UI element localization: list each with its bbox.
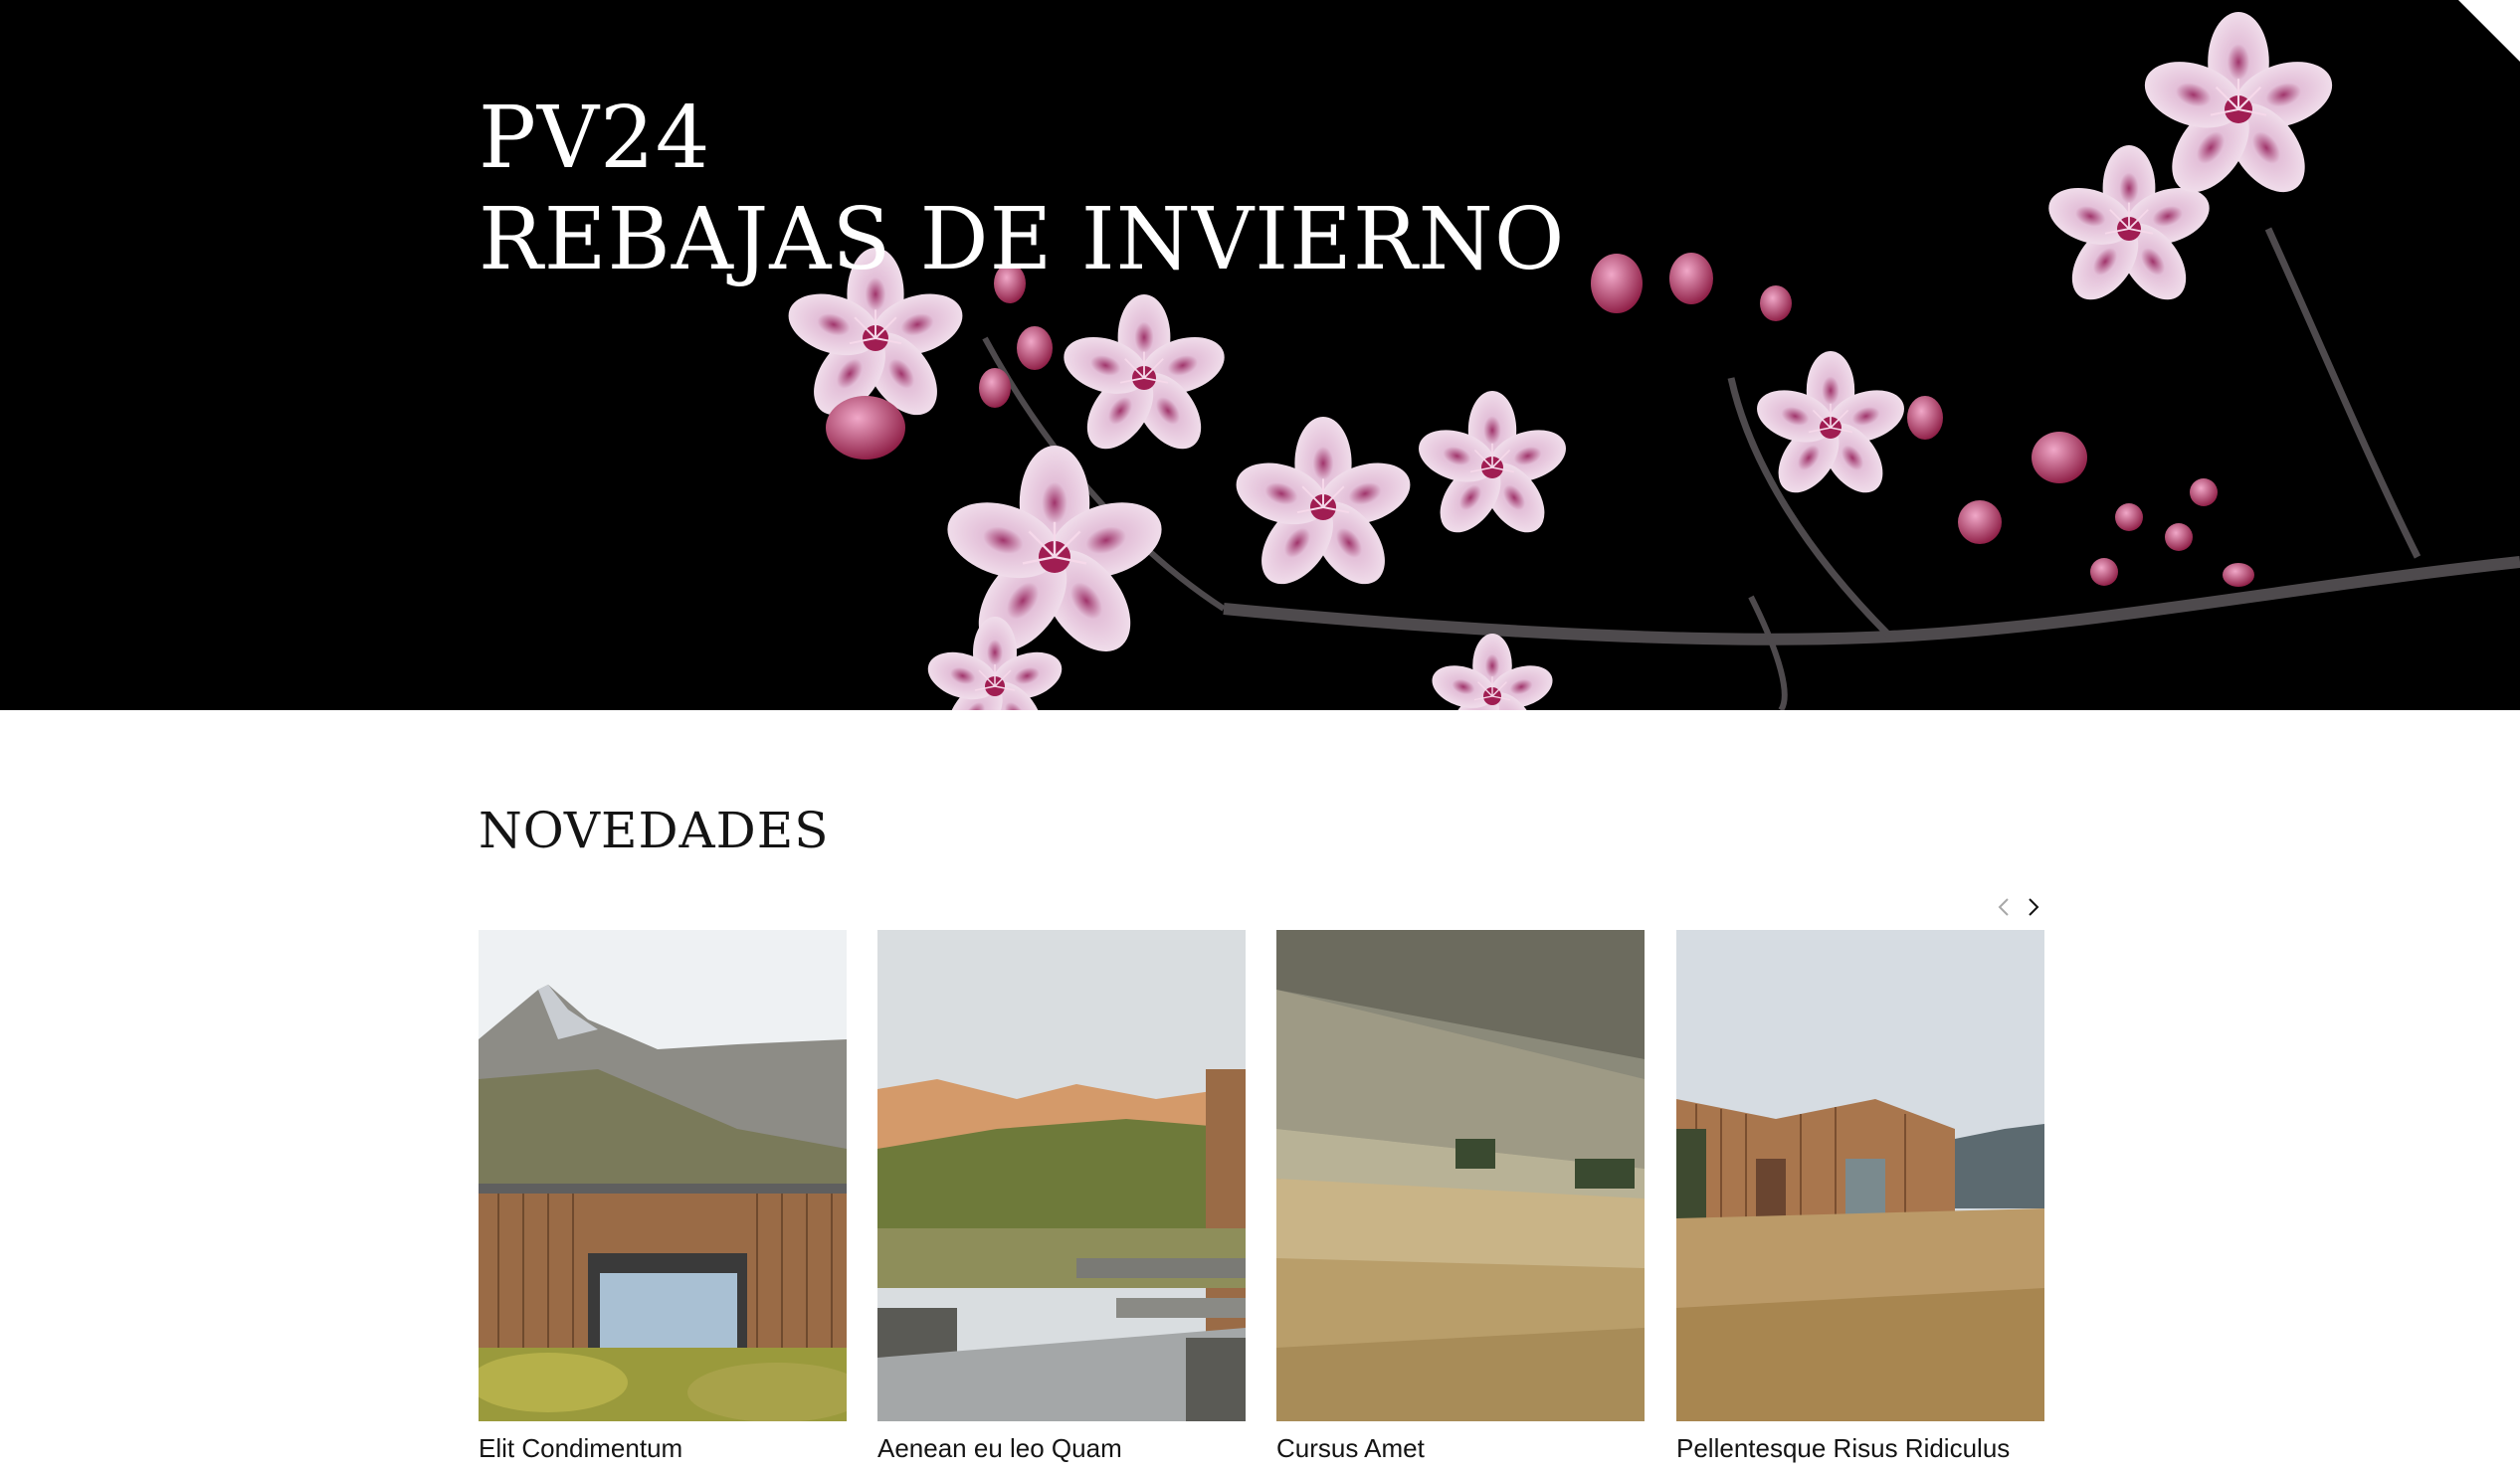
product-title[interactable]: Elit Condimentum: [479, 1432, 876, 1464]
carousel-next-button[interactable]: [2020, 890, 2047, 924]
hero-banner: PV24 REBAJAS DE INVIERNO: [0, 0, 2520, 710]
product-image-grassy-hillside[interactable]: [1276, 930, 1645, 1421]
product-card[interactable]: Cursus Amet: [1276, 930, 1645, 1467]
product-title[interactable]: Cursus Amet: [1276, 1432, 1674, 1464]
carousel-nav: [1990, 890, 2049, 924]
product-card[interactable]: Aenean eu leo Quam: [877, 930, 1246, 1467]
wooden-cabin-image: [1676, 930, 2044, 1421]
hero-title-line1: PV24: [479, 89, 711, 188]
product-title[interactable]: Aenean eu leo Quam: [877, 1432, 1275, 1464]
product-carousel: Elit Condimentum Aenean eu leo Quam Curs…: [479, 930, 2044, 1467]
stone-terrace-image: [877, 930, 1246, 1421]
chevron-left-icon: [1998, 898, 2009, 916]
carousel-prev-button[interactable]: [1990, 890, 2018, 924]
product-image-mountain-cabin[interactable]: [479, 930, 847, 1421]
product-card[interactable]: Elit Condimentum: [479, 930, 847, 1467]
chevron-right-icon: [2029, 898, 2039, 916]
product-card[interactable]: Pellentesque Risus Ridiculus: [1676, 930, 2044, 1467]
mountain-cabin-image: [479, 930, 847, 1421]
hero-title: PV24 REBAJAS DE INVIERNO: [479, 88, 1565, 290]
product-image-stone-terrace[interactable]: [877, 930, 1246, 1421]
hero-title-line2: REBAJAS DE INVIERNO: [479, 190, 1566, 289]
corner-fold: [2458, 0, 2520, 62]
product-image-wooden-cabin[interactable]: [1676, 930, 2044, 1421]
grassy-hillside-image: [1276, 930, 1645, 1421]
product-title[interactable]: Pellentesque Risus Ridiculus: [1676, 1432, 2074, 1464]
section-title-new-arrivals: NOVEDADES: [479, 802, 830, 859]
